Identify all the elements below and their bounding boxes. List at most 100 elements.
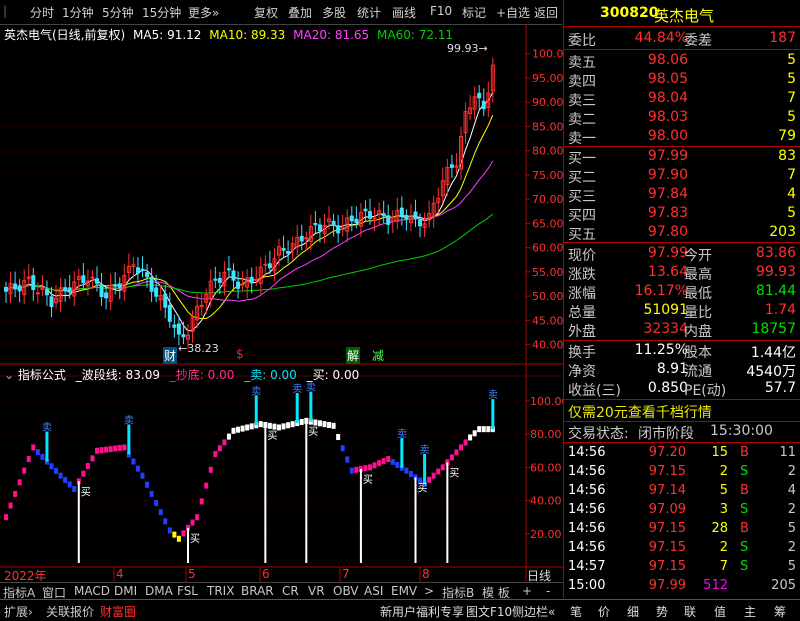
band-point (199, 498, 204, 505)
stat-row: 外盘 32334 内盘 18757 (564, 320, 800, 340)
status-related-quote[interactable]: 关联报价 (46, 603, 94, 620)
candle-body (413, 211, 418, 220)
toolbar-item-intraday[interactable]: 分时 (30, 4, 54, 21)
stat-value: 99.93 (755, 264, 796, 280)
ask-row: 卖四 98.05 5 (564, 70, 800, 90)
band-point (22, 467, 27, 474)
tab-asi[interactable]: ASI (364, 584, 383, 598)
signal-dollar[interactable]: $ (236, 347, 244, 361)
candle-body (99, 284, 104, 298)
candle-body (331, 220, 336, 226)
toolbar-item-mark[interactable]: 标记 (462, 4, 486, 21)
tab-dmi[interactable]: DMI (114, 584, 137, 598)
kline-chart[interactable]: 100.095.0090.0085.0080.0075.0070.0065.00… (0, 24, 563, 582)
weicha-label: 委差 (684, 33, 712, 49)
tab-plus[interactable]: + (522, 584, 532, 598)
stat-label: 最高 (684, 267, 712, 283)
nav-chou[interactable]: 筹 (774, 603, 786, 620)
tab-trix[interactable]: TRIX (207, 584, 234, 598)
weicha-value: 187 (769, 30, 796, 46)
nav-zhi[interactable]: 值 (714, 603, 726, 620)
toolbar-item-watchlist[interactable]: +自选 (496, 4, 530, 21)
ma20-value: MA20: 81.65 (293, 28, 370, 42)
price-tick-label: 55.00 (532, 266, 563, 279)
price-tick-label: 80.00 (532, 145, 563, 158)
weibi-row: 委比 44.84% 委差 187 (564, 29, 800, 49)
candle-body (281, 248, 286, 251)
sell-mark: 卖 (420, 444, 430, 456)
band-point (90, 455, 95, 462)
toolbar-item-multi[interactable]: 多股 (322, 4, 346, 21)
tick-volume: 3 (719, 502, 728, 517)
indicator-name[interactable]: 指标公式 (18, 368, 66, 382)
band-point (236, 426, 241, 433)
bid-volume: 4 (787, 186, 796, 202)
toolbar-item-15min[interactable]: 15分钟 (142, 4, 181, 21)
tab-obv[interactable]: OBV (333, 584, 359, 598)
tab-dma[interactable]: DMA (145, 584, 173, 598)
tab-vr[interactable]: VR (308, 584, 325, 598)
band-point (277, 424, 281, 431)
candle-body (113, 284, 118, 287)
band-point (245, 424, 250, 431)
signal-jie[interactable]: 解 (346, 347, 361, 364)
candle-body (213, 278, 218, 281)
toolbar-item-overlay[interactable]: 叠加 (288, 4, 312, 21)
status-promo[interactable]: 新用户福利专享 (380, 603, 464, 620)
band-point (267, 422, 272, 429)
tick-count: 2 (787, 502, 796, 517)
level2-promo[interactable]: 仅需20元查看千档行情 (564, 401, 800, 421)
sell-mark: 卖 (124, 414, 134, 426)
candle-body (81, 275, 86, 284)
band-point (372, 462, 377, 469)
tick-price: 97.09 (648, 502, 686, 517)
status-expand[interactable]: 扩展› (4, 603, 33, 620)
signal-jian[interactable]: 减 (372, 347, 384, 364)
candle-body (299, 235, 304, 242)
indicator-menu-icon[interactable]: ⌄ (4, 368, 14, 382)
toolbar-item-1min[interactable]: 1分钟 (62, 4, 94, 21)
toolbar-item-f10[interactable]: F10 (430, 4, 452, 18)
level2-promo-text[interactable]: 仅需20元查看千档行情 (568, 402, 712, 422)
nav-jia[interactable]: 价 (598, 603, 610, 620)
nav-xi[interactable]: 细 (627, 603, 639, 620)
tab-fsl[interactable]: FSL (177, 584, 198, 598)
status-sidebar[interactable]: 侧边栏« (512, 603, 555, 620)
toolbar-item-back[interactable]: 返回 (534, 4, 558, 21)
bid-row: 买五 97.80 203 (564, 223, 800, 243)
toolbar-item-stats[interactable]: 统计 (357, 4, 381, 21)
band-point (104, 446, 109, 453)
status-wealth-circle[interactable]: 财富圈 (100, 603, 136, 620)
band-point (154, 500, 159, 507)
tab-emv[interactable]: EMV (391, 584, 417, 598)
tab-cr[interactable]: CR (282, 584, 299, 598)
tab-more-arrow[interactable]: > (424, 584, 434, 598)
band-point (85, 463, 90, 470)
status-f10[interactable]: 图文F10 (466, 603, 512, 620)
toolbar-item-adjust[interactable]: 复权 (254, 4, 278, 21)
bid-row: 买二 97.90 7 (564, 166, 800, 186)
nav-lian[interactable]: 联 (684, 603, 696, 620)
tab-brar[interactable]: BRAR (241, 584, 274, 598)
trade-state-value: 闭市阶段 (638, 426, 694, 442)
tick-volume: 7 (719, 559, 728, 574)
nav-zhu[interactable]: 主 (744, 603, 756, 620)
tab-macd[interactable]: MACD (74, 584, 110, 598)
candle-body (117, 283, 122, 288)
signal-cai[interactable]: 财 (163, 347, 178, 364)
price-tick-label: 90.00 (532, 96, 563, 109)
toolbar-item-draw[interactable]: 画线 (392, 4, 416, 21)
band-point (349, 467, 354, 474)
toolbar-item-more[interactable]: 更多» (188, 4, 219, 21)
toolbar-item-5min[interactable]: 5分钟 (102, 4, 134, 21)
nav-bi[interactable]: 笔 (570, 603, 582, 620)
buy-mark: 买 (449, 467, 459, 479)
tab-minus[interactable]: - (546, 584, 550, 598)
band-point (354, 466, 359, 473)
ask-row: 卖二 98.03 5 (564, 108, 800, 128)
buy-value: 0.00 (332, 368, 360, 382)
stat-label: 量比 (684, 305, 712, 321)
date-month-6: 6 (262, 567, 270, 581)
chart-header: 英杰电气(日线,前复权) MA5: 91.12 MA10: 89.33 MA20… (4, 26, 453, 43)
nav-shi[interactable]: 势 (656, 603, 668, 620)
